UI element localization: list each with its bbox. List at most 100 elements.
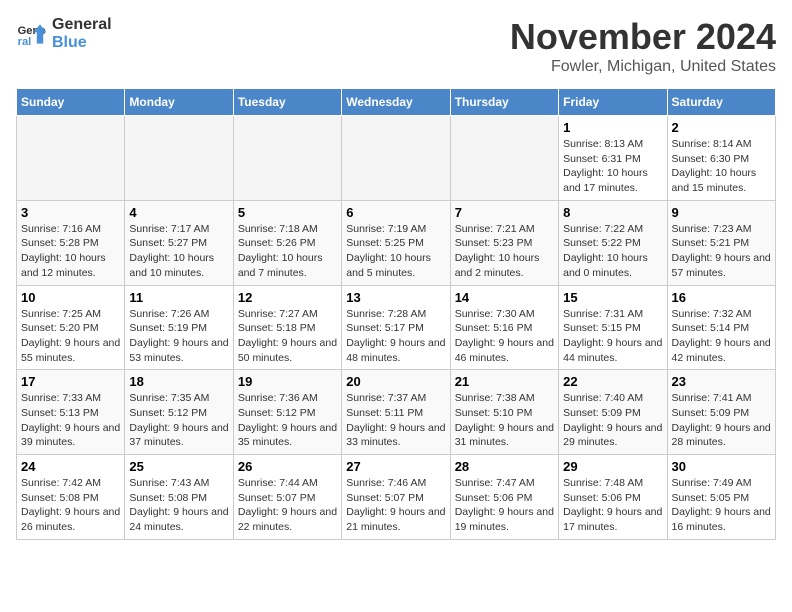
- day-number: 27: [346, 459, 445, 474]
- day-info: Sunrise: 7:18 AM Sunset: 5:26 PM Dayligh…: [238, 222, 337, 281]
- day-info: Sunrise: 7:22 AM Sunset: 5:22 PM Dayligh…: [563, 222, 662, 281]
- calendar-cell: 30 Sunrise: 7:49 AM Sunset: 5:05 PM Dayli…: [667, 455, 775, 540]
- calendar-cell: [17, 116, 125, 201]
- day-number: 10: [21, 290, 120, 305]
- day-number: 13: [346, 290, 445, 305]
- calendar-cell: 27 Sunrise: 7:46 AM Sunset: 5:07 PM Dayli…: [342, 455, 450, 540]
- calendar-cell: 10 Sunrise: 7:25 AM Sunset: 5:20 PM Dayli…: [17, 285, 125, 370]
- calendar-cell: [125, 116, 233, 201]
- calendar-header-row: SundayMondayTuesdayWednesdayThursdayFrid…: [17, 89, 776, 116]
- day-info: Sunrise: 7:36 AM Sunset: 5:12 PM Dayligh…: [238, 391, 337, 450]
- day-number: 18: [129, 374, 228, 389]
- day-info: Sunrise: 7:28 AM Sunset: 5:17 PM Dayligh…: [346, 307, 445, 366]
- day-info: Sunrise: 7:35 AM Sunset: 5:12 PM Dayligh…: [129, 391, 228, 450]
- calendar-cell: 19 Sunrise: 7:36 AM Sunset: 5:12 PM Dayli…: [233, 370, 341, 455]
- day-number: 23: [672, 374, 771, 389]
- calendar-week-1: 3 Sunrise: 7:16 AM Sunset: 5:28 PM Daylig…: [17, 200, 776, 285]
- calendar-cell: 7 Sunrise: 7:21 AM Sunset: 5:23 PM Daylig…: [450, 200, 558, 285]
- day-info: Sunrise: 7:21 AM Sunset: 5:23 PM Dayligh…: [455, 222, 554, 281]
- day-number: 25: [129, 459, 228, 474]
- day-info: Sunrise: 7:16 AM Sunset: 5:28 PM Dayligh…: [21, 222, 120, 281]
- calendar-cell: 9Sunrise: 7:23 AM Sunset: 5:21 PM Daylig…: [667, 200, 775, 285]
- day-info: Sunrise: 7:49 AM Sunset: 5:05 PM Dayligh…: [672, 476, 771, 535]
- header-sunday: Sunday: [17, 89, 125, 116]
- day-number: 5: [238, 205, 337, 220]
- calendar-cell: 1Sunrise: 8:13 AM Sunset: 6:31 PM Daylig…: [559, 116, 667, 201]
- logo-text-block: General Blue: [52, 16, 112, 51]
- day-info: Sunrise: 7:17 AM Sunset: 5:27 PM Dayligh…: [129, 222, 228, 281]
- day-info: Sunrise: 7:41 AM Sunset: 5:09 PM Dayligh…: [672, 391, 771, 450]
- calendar-cell: 2 Sunrise: 8:14 AM Sunset: 6:30 PM Daylig…: [667, 116, 775, 201]
- day-number: 16: [672, 290, 771, 305]
- calendar-week-4: 24 Sunrise: 7:42 AM Sunset: 5:08 PM Dayli…: [17, 455, 776, 540]
- calendar-cell: 8Sunrise: 7:22 AM Sunset: 5:22 PM Daylig…: [559, 200, 667, 285]
- header-saturday: Saturday: [667, 89, 775, 116]
- calendar-cell: 29Sunrise: 7:48 AM Sunset: 5:06 PM Dayli…: [559, 455, 667, 540]
- day-number: 4: [129, 205, 228, 220]
- day-number: 15: [563, 290, 662, 305]
- day-info: Sunrise: 7:19 AM Sunset: 5:25 PM Dayligh…: [346, 222, 445, 281]
- day-info: Sunrise: 7:40 AM Sunset: 5:09 PM Dayligh…: [563, 391, 662, 450]
- page-header: Gene ral General Blue November 2024 Fowl…: [16, 16, 776, 76]
- calendar-cell: 17 Sunrise: 7:33 AM Sunset: 5:13 PM Dayli…: [17, 370, 125, 455]
- calendar-cell: 11Sunrise: 7:26 AM Sunset: 5:19 PM Dayli…: [125, 285, 233, 370]
- day-info: Sunrise: 8:14 AM Sunset: 6:30 PM Dayligh…: [672, 137, 771, 196]
- day-number: 7: [455, 205, 554, 220]
- day-number: 22: [563, 374, 662, 389]
- calendar-cell: 20 Sunrise: 7:37 AM Sunset: 5:11 PM Dayli…: [342, 370, 450, 455]
- day-number: 3: [21, 205, 120, 220]
- day-number: 1: [563, 120, 662, 135]
- calendar-cell: [233, 116, 341, 201]
- day-info: Sunrise: 7:42 AM Sunset: 5:08 PM Dayligh…: [21, 476, 120, 535]
- day-info: Sunrise: 7:47 AM Sunset: 5:06 PM Dayligh…: [455, 476, 554, 535]
- day-number: 6: [346, 205, 445, 220]
- day-number: 17: [21, 374, 120, 389]
- logo-line1: General: [52, 16, 112, 34]
- calendar-cell: 18 Sunrise: 7:35 AM Sunset: 5:12 PM Dayli…: [125, 370, 233, 455]
- day-number: 2: [672, 120, 771, 135]
- calendar-cell: [450, 116, 558, 201]
- day-info: Sunrise: 7:23 AM Sunset: 5:21 PM Dayligh…: [672, 222, 771, 281]
- day-number: 21: [455, 374, 554, 389]
- calendar-cell: 28 Sunrise: 7:47 AM Sunset: 5:06 PM Dayli…: [450, 455, 558, 540]
- day-info: Sunrise: 7:33 AM Sunset: 5:13 PM Dayligh…: [21, 391, 120, 450]
- svg-text:ral: ral: [18, 36, 32, 48]
- day-number: 29: [563, 459, 662, 474]
- day-info: Sunrise: 7:31 AM Sunset: 5:15 PM Dayligh…: [563, 307, 662, 366]
- logo: Gene ral General Blue: [16, 16, 112, 51]
- month-title: November 2024: [510, 16, 776, 58]
- day-info: Sunrise: 7:37 AM Sunset: 5:11 PM Dayligh…: [346, 391, 445, 450]
- header-friday: Friday: [559, 89, 667, 116]
- day-info: Sunrise: 7:30 AM Sunset: 5:16 PM Dayligh…: [455, 307, 554, 366]
- day-info: Sunrise: 7:43 AM Sunset: 5:08 PM Dayligh…: [129, 476, 228, 535]
- header-monday: Monday: [125, 89, 233, 116]
- calendar-week-2: 10 Sunrise: 7:25 AM Sunset: 5:20 PM Dayli…: [17, 285, 776, 370]
- day-info: Sunrise: 7:44 AM Sunset: 5:07 PM Dayligh…: [238, 476, 337, 535]
- day-number: 24: [21, 459, 120, 474]
- logo-line2: Blue: [52, 34, 112, 52]
- day-number: 26: [238, 459, 337, 474]
- day-info: Sunrise: 7:27 AM Sunset: 5:18 PM Dayligh…: [238, 307, 337, 366]
- calendar-cell: 26 Sunrise: 7:44 AM Sunset: 5:07 PM Dayli…: [233, 455, 341, 540]
- calendar-week-0: 1Sunrise: 8:13 AM Sunset: 6:31 PM Daylig…: [17, 116, 776, 201]
- calendar-cell: 14Sunrise: 7:30 AM Sunset: 5:16 PM Dayli…: [450, 285, 558, 370]
- calendar-cell: 6 Sunrise: 7:19 AM Sunset: 5:25 PM Daylig…: [342, 200, 450, 285]
- day-number: 20: [346, 374, 445, 389]
- header-tuesday: Tuesday: [233, 89, 341, 116]
- day-info: Sunrise: 7:46 AM Sunset: 5:07 PM Dayligh…: [346, 476, 445, 535]
- day-number: 28: [455, 459, 554, 474]
- day-info: Sunrise: 7:38 AM Sunset: 5:10 PM Dayligh…: [455, 391, 554, 450]
- calendar-cell: 24 Sunrise: 7:42 AM Sunset: 5:08 PM Dayli…: [17, 455, 125, 540]
- day-number: 11: [129, 290, 228, 305]
- day-number: 12: [238, 290, 337, 305]
- title-block: November 2024 Fowler, Michigan, United S…: [510, 16, 776, 76]
- calendar-cell: 4 Sunrise: 7:17 AM Sunset: 5:27 PM Daylig…: [125, 200, 233, 285]
- calendar-cell: 16 Sunrise: 7:32 AM Sunset: 5:14 PM Dayli…: [667, 285, 775, 370]
- day-info: Sunrise: 7:32 AM Sunset: 5:14 PM Dayligh…: [672, 307, 771, 366]
- day-number: 19: [238, 374, 337, 389]
- day-number: 30: [672, 459, 771, 474]
- header-thursday: Thursday: [450, 89, 558, 116]
- calendar-cell: 23 Sunrise: 7:41 AM Sunset: 5:09 PM Dayli…: [667, 370, 775, 455]
- logo-icon: Gene ral: [16, 18, 48, 50]
- day-info: Sunrise: 7:25 AM Sunset: 5:20 PM Dayligh…: [21, 307, 120, 366]
